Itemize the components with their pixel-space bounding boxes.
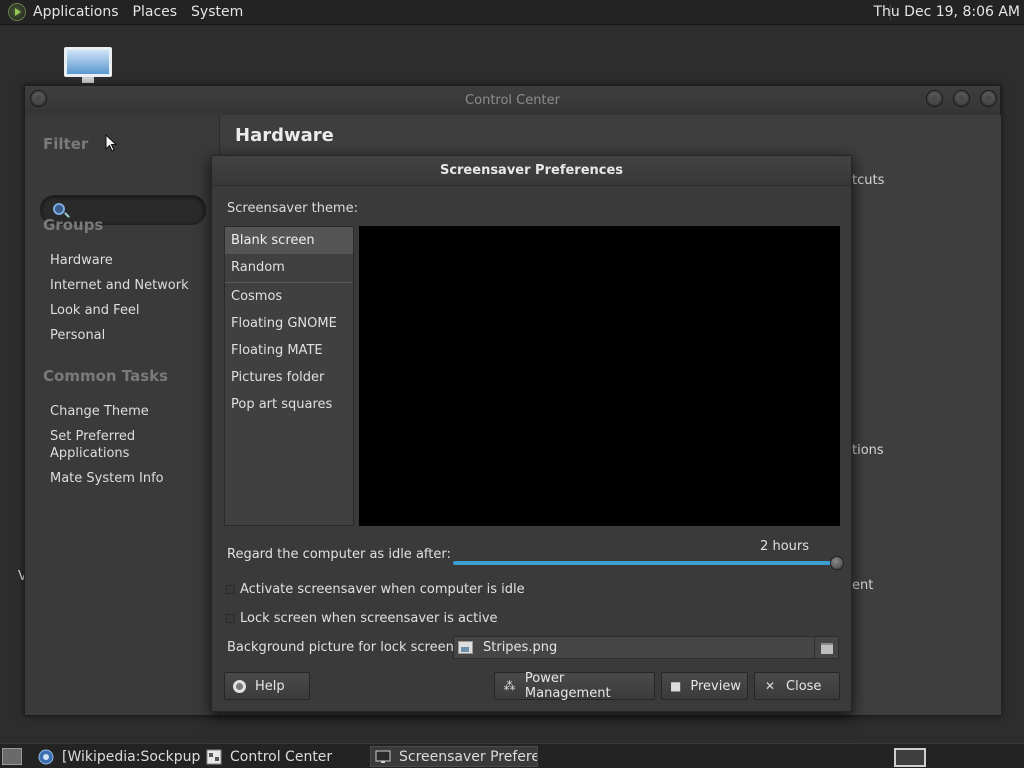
screensaver-preferences-dialog: Screensaver Preferences Screensaver them…	[211, 155, 852, 712]
preview-button[interactable]: ■ Preview	[661, 672, 748, 700]
taskbar-item-label: Screensaver Prefere…	[399, 748, 537, 765]
close-icon: ✕	[764, 679, 776, 693]
group-hardware[interactable]: Hardware	[50, 252, 113, 269]
control-center-title: Control Center	[465, 93, 560, 108]
common-tasks-heading: Common Tasks	[43, 367, 169, 385]
theme-item-pop-art-squares[interactable]: Pop art squares	[225, 391, 353, 418]
task-change-theme[interactable]: Change Theme	[50, 403, 149, 420]
lock-screen-checkbox[interactable]	[226, 613, 235, 623]
partial-item-label[interactable]: tions	[852, 443, 884, 458]
groups-heading: Groups	[43, 216, 104, 234]
idle-time-slider[interactable]	[453, 556, 844, 570]
task-mate-system-info[interactable]: Mate System Info	[50, 470, 164, 487]
theme-item-floating-mate[interactable]: Floating MATE	[225, 337, 353, 364]
show-desktop-icon[interactable]	[2, 748, 22, 765]
activate-screensaver-checkbox[interactable]	[226, 584, 235, 594]
partial-item-label[interactable]: tcuts	[852, 173, 884, 188]
partial-item-label[interactable]: ent	[852, 578, 873, 593]
idle-time-label: Regard the computer as idle after:	[227, 547, 451, 562]
lock-background-label: Background picture for lock screen:	[227, 640, 459, 655]
workspace-switcher[interactable]	[894, 748, 926, 767]
control-center-icon	[206, 749, 222, 764]
close-window-button[interactable]	[980, 90, 997, 107]
screensaver-preview	[359, 226, 840, 526]
section-heading: Hardware	[235, 125, 334, 146]
image-file-icon	[458, 641, 473, 654]
menu-applications[interactable]: Applications	[26, 0, 126, 25]
theme-item-cosmos[interactable]: Cosmos	[225, 283, 353, 310]
close-button-label: Close	[786, 678, 822, 694]
activate-screensaver-row[interactable]: Activate screensaver when computer is id…	[226, 580, 525, 598]
preview-button-label: Preview	[690, 678, 741, 694]
folder-icon[interactable]	[814, 637, 838, 658]
power-management-label: Power Management	[524, 671, 611, 701]
idle-time-value: 2 hours	[760, 539, 809, 554]
taskbar-item-screensaver-preferences[interactable]: Screensaver Prefere…	[370, 746, 538, 767]
bottom-taskbar: [Wikipedia:Sockpup… Control Center Scree…	[0, 743, 1024, 768]
search-icon	[53, 203, 65, 215]
theme-item-blank-screen[interactable]: Blank screen	[225, 227, 353, 254]
taskbar-item-wikipedia[interactable]: [Wikipedia:Sockpup…	[34, 746, 200, 767]
lock-screen-row[interactable]: Lock screen when screensaver is active	[226, 609, 498, 627]
preview-icon: ■	[670, 679, 682, 693]
screensaver-theme-list[interactable]: Blank screen Random Cosmos Floating GNOM…	[224, 226, 354, 526]
theme-item-random[interactable]: Random	[225, 254, 353, 281]
screensaver-icon	[375, 750, 391, 763]
help-button[interactable]: Help	[224, 672, 310, 700]
control-center-titlebar[interactable]: Control Center	[25, 86, 1000, 115]
lock-background-file-chooser[interactable]: Stripes.png	[453, 636, 839, 659]
theme-item-floating-gnome[interactable]: Floating GNOME	[225, 310, 353, 337]
taskbar-item-label: [Wikipedia:Sockpup…	[62, 748, 200, 765]
close-button[interactable]: ✕ Close	[754, 672, 840, 700]
mate-logo-icon[interactable]	[8, 3, 26, 21]
taskbar-item-control-center[interactable]: Control Center	[202, 746, 362, 767]
activate-screensaver-label[interactable]: Activate screensaver when computer is id…	[240, 582, 525, 597]
mouse-cursor-icon	[105, 134, 117, 152]
theme-item-pictures-folder[interactable]: Pictures folder	[225, 364, 353, 391]
slider-handle[interactable]	[830, 556, 844, 570]
group-personal[interactable]: Personal	[50, 327, 105, 344]
help-icon	[233, 679, 246, 693]
help-button-label: Help	[255, 678, 285, 694]
menu-places[interactable]: Places	[126, 0, 185, 25]
lock-background-filename: Stripes.png	[483, 640, 558, 655]
lock-screen-label[interactable]: Lock screen when screensaver is active	[240, 611, 498, 626]
slider-fill	[453, 561, 837, 565]
group-internet-and-network[interactable]: Internet and Network	[50, 277, 189, 294]
monitor-icon	[64, 47, 112, 77]
task-set-preferred-applications[interactable]: Set Preferred Applications	[50, 428, 170, 462]
dialog-titlebar[interactable]: Screensaver Preferences	[212, 156, 851, 186]
screensaver-theme-label: Screensaver theme:	[227, 201, 358, 216]
browser-icon	[38, 749, 54, 764]
clock[interactable]: Thu Dec 19, 8:06 AM	[873, 0, 1020, 25]
group-look-and-feel[interactable]: Look and Feel	[50, 302, 140, 319]
top-panel: Applications Places System Thu Dec 19, 8…	[0, 0, 1024, 25]
computer-desktop-icon[interactable]	[64, 47, 112, 83]
filter-heading: Filter	[43, 135, 89, 153]
power-management-button[interactable]: ⁂ Power Management	[494, 671, 655, 701]
menu-system[interactable]: System	[184, 0, 250, 25]
control-center-sidebar: Filter Groups Hardware Internet and Netw…	[25, 115, 219, 715]
power-icon: ⁂	[503, 679, 516, 693]
dialog-title: Screensaver Preferences	[439, 163, 624, 178]
maximize-button[interactable]	[953, 90, 970, 107]
minimize-button[interactable]	[926, 90, 943, 107]
taskbar-item-label: Control Center	[230, 748, 333, 765]
